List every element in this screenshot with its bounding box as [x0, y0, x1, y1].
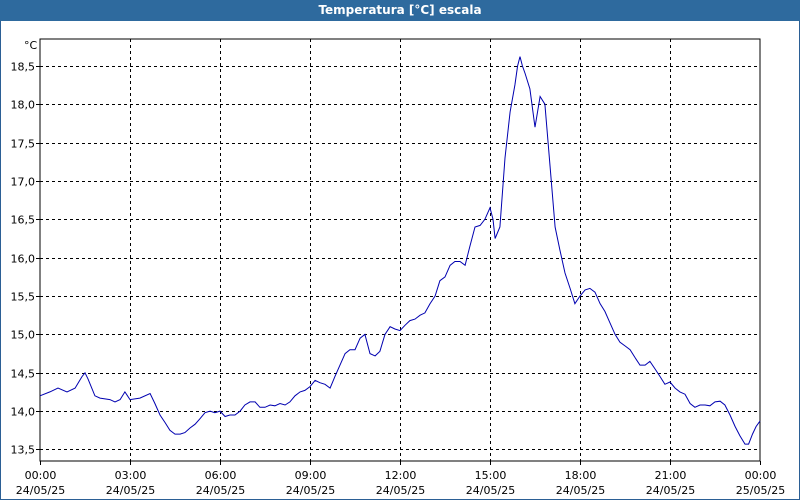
x-tick-date-label: 24/05/25 [16, 484, 65, 497]
temperature-chart: °C 13,514,014,515,015,516,016,517,017,51… [11, 38, 785, 497]
y-tick-label: 15,5 [11, 291, 36, 304]
x-tick-time-label: 00:00 [25, 469, 57, 482]
grid-lines [36, 39, 761, 465]
y-tick-label: 18,5 [11, 61, 36, 74]
x-tick-date-label: 24/05/25 [196, 484, 245, 497]
y-tick-label: 15,0 [11, 329, 36, 342]
y-tick-label: 13,5 [11, 444, 36, 457]
chart-title: Temperatura [°C] escala [0, 0, 800, 21]
x-tick-date-label: 24/05/25 [646, 484, 695, 497]
x-tick-time-label: 09:00 [295, 469, 327, 482]
y-tick-label: 17,5 [11, 138, 36, 151]
x-tick-time-label: 00:00 [745, 469, 777, 482]
y-tick-labels: 13,5 14,0 14,5 15,0 15,5 16,0 16,5 17,0 17,5 18,0… [11, 61, 36, 457]
x-tick-date-label: 24/05/25 [106, 484, 155, 497]
x-tick-date-label: 25/05/25 [736, 484, 785, 497]
x-tick-time-label: 15:00 [475, 469, 507, 482]
x-tick-date-label: 24/05/25 [376, 484, 425, 497]
x-tick-date-label: 24/05/25 [556, 484, 605, 497]
y-tick-label: 16,5 [11, 214, 36, 227]
x-tick-time-label: 12:00 [385, 469, 417, 482]
y-tick-label: 14,5 [11, 368, 36, 381]
x-tick-time-label: 06:00 [205, 469, 237, 482]
y-tick-label: 16,0 [11, 253, 36, 266]
x-tick-time-label: 03:00 [115, 469, 147, 482]
y-tick-label: 18,0 [11, 99, 36, 112]
y-tick-label: 17,0 [11, 176, 36, 189]
x-tick-time-label: 18:00 [565, 469, 597, 482]
y-axis-unit-label: °C [24, 39, 38, 52]
x-tick-labels: 00:00 24/05/25 03:00 24/05/25 06:00 24/05/25 0… [16, 469, 785, 497]
x-tick-date-label: 24/05/25 [466, 484, 515, 497]
x-tick-date-label: 24/05/25 [286, 484, 335, 497]
y-tick-label: 14,0 [11, 406, 36, 419]
x-tick-time-label: 21:00 [655, 469, 687, 482]
